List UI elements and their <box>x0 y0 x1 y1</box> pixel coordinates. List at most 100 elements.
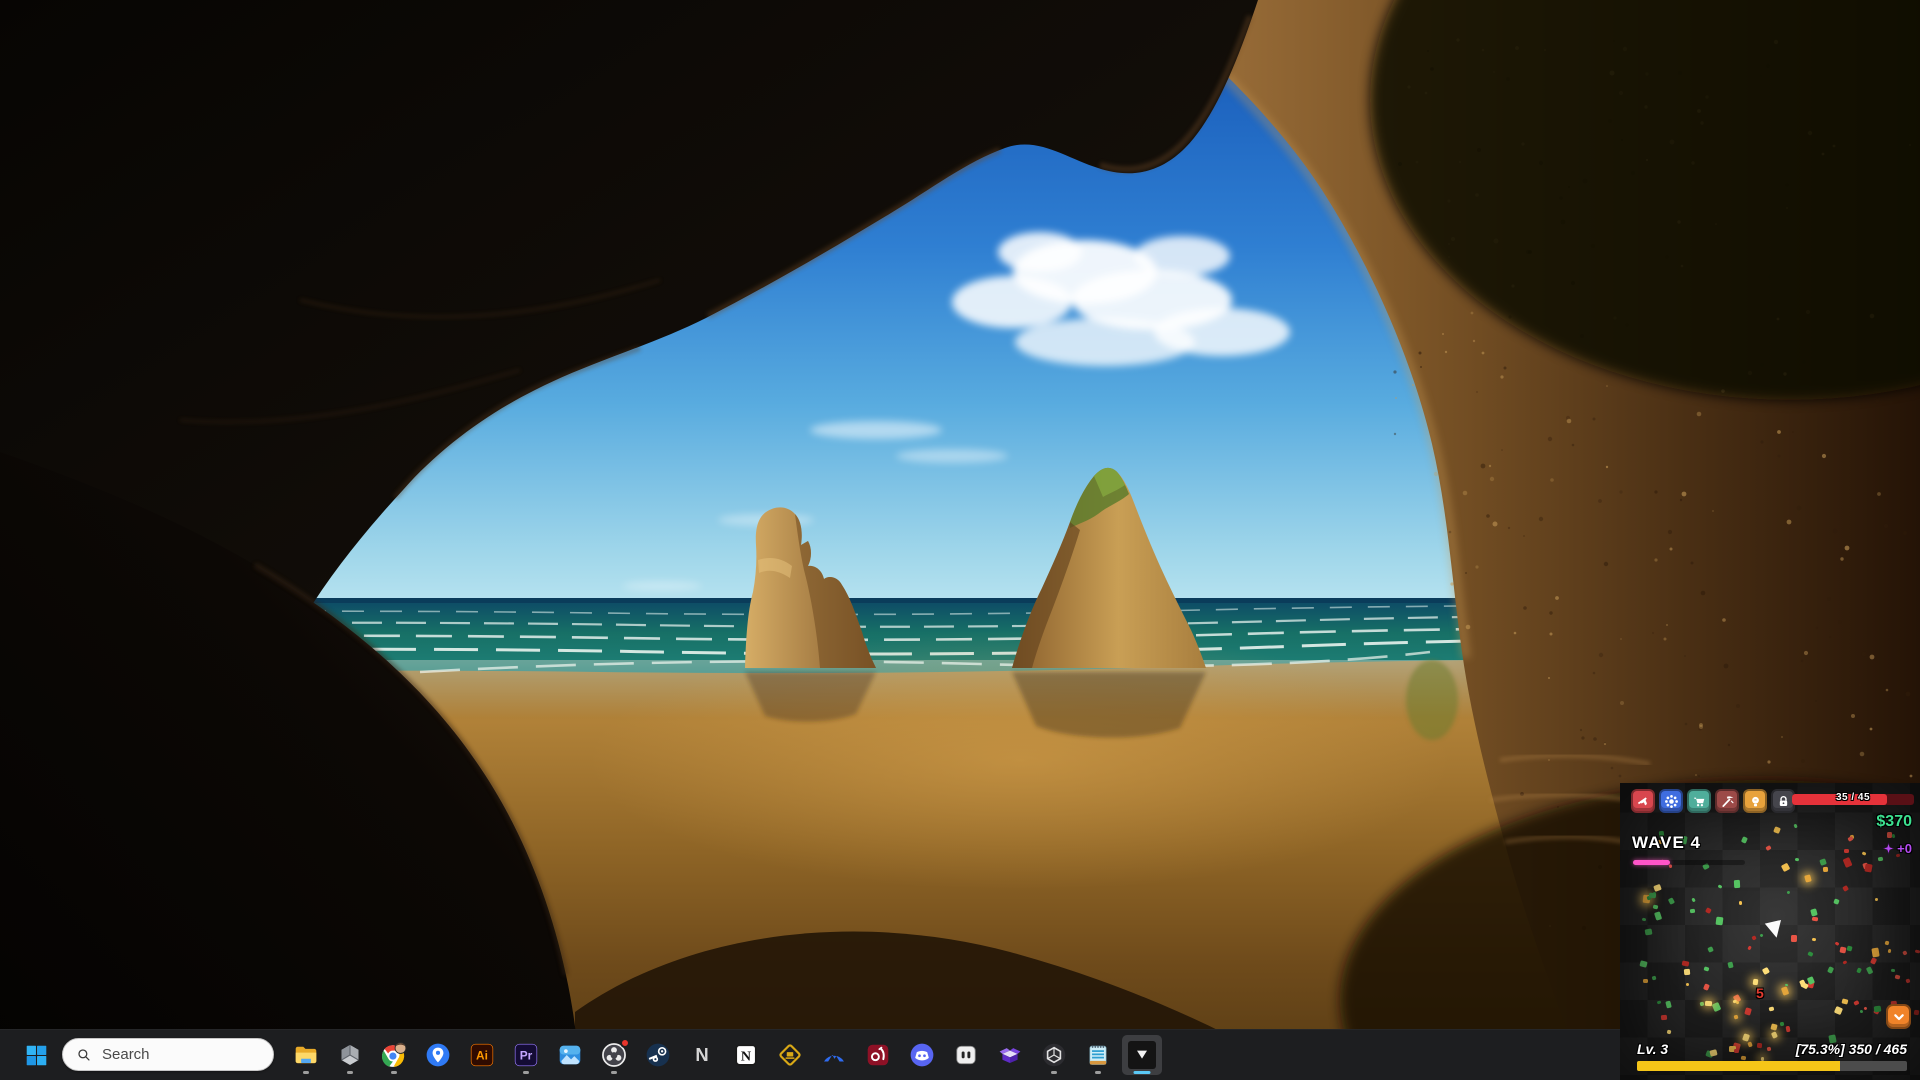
game-window[interactable]: 5 35 / 45 $370 +0 WAVE 4 Lv. 3 [75.3%] 3… <box>1620 783 1920 1080</box>
game-button-gear[interactable] <box>1659 789 1683 813</box>
taskbar-item-chrome[interactable] <box>374 1035 414 1075</box>
game-particle <box>1705 907 1711 913</box>
running-indicator <box>1095 1071 1101 1074</box>
taskbar-item-notepad[interactable] <box>1078 1035 1118 1075</box>
running-indicator <box>523 1071 529 1074</box>
game-button-weapon[interactable] <box>1631 789 1655 813</box>
game-particle <box>1826 966 1834 974</box>
game-particle <box>1654 911 1662 920</box>
game-particle <box>1705 1001 1712 1007</box>
taskbar-item-unity-editor[interactable] <box>1034 1035 1074 1075</box>
game-particle <box>1762 967 1770 975</box>
game-particle <box>1870 957 1877 965</box>
taskbar-item-premiere[interactable]: Pr <box>506 1035 546 1075</box>
running-indicator <box>611 1071 617 1074</box>
game-particle <box>1653 905 1659 910</box>
game-particle <box>1888 949 1892 954</box>
nordvpn-icon <box>821 1042 847 1068</box>
game-particle <box>1734 880 1741 888</box>
game-particle <box>1657 1001 1661 1005</box>
taskbar-item-file-explorer[interactable] <box>286 1035 326 1075</box>
game-particle <box>1691 897 1695 902</box>
game-particle <box>1773 826 1780 834</box>
game-particle <box>1760 1057 1763 1061</box>
taskbar-item-unity-hub[interactable] <box>330 1035 370 1075</box>
taskbar-item-notion[interactable]: N <box>726 1035 766 1075</box>
game-particle <box>1781 863 1790 872</box>
xp-bar-fill <box>1637 1061 1840 1071</box>
game-particle <box>1742 1033 1750 1042</box>
game-button-ideas[interactable] <box>1743 789 1767 813</box>
game-particle <box>1781 986 1789 995</box>
game-particle <box>1842 960 1847 965</box>
game-particle <box>1839 947 1846 954</box>
game-particle <box>1843 857 1853 868</box>
game-particle <box>1847 836 1853 842</box>
game-particle <box>1739 900 1742 904</box>
game-button-shop[interactable] <box>1687 789 1711 813</box>
game-particle <box>1887 832 1892 838</box>
game-particle <box>1894 975 1900 980</box>
search-box[interactable] <box>62 1038 274 1071</box>
game-particle <box>1884 940 1889 945</box>
game-particle <box>1705 1050 1713 1058</box>
game-toolbar <box>1631 789 1795 813</box>
taskbar-item-illustrator[interactable]: Ai <box>462 1035 502 1075</box>
game-particle <box>1905 979 1910 984</box>
taskbar-item-location-app[interactable] <box>418 1035 458 1075</box>
red-o-icon <box>865 1042 891 1068</box>
n-letter-icon: N <box>689 1042 715 1068</box>
svg-text:Ai: Ai <box>476 1049 488 1063</box>
game-particle <box>1647 895 1652 900</box>
game-particle <box>1653 884 1661 892</box>
game-particle <box>1834 1006 1843 1015</box>
notification-dot <box>620 1038 630 1048</box>
game-particle <box>1850 834 1854 839</box>
taskbar-item-steam[interactable] <box>638 1035 678 1075</box>
taskbar-item-nordvpn[interactable] <box>814 1035 854 1075</box>
game-particle <box>1835 941 1840 946</box>
taskbar-pinned-apps: Ai Pr N N <box>286 1035 1162 1075</box>
game-particle <box>1853 1000 1859 1006</box>
taskbar-item-obs-studio[interactable] <box>594 1035 634 1075</box>
game-particle <box>1651 975 1656 979</box>
game-particle <box>1668 897 1676 905</box>
start-button[interactable] <box>16 1035 56 1075</box>
game-particle <box>1794 858 1798 861</box>
game-particle <box>1734 1015 1739 1020</box>
game-particle <box>1806 976 1814 985</box>
steam-icon <box>645 1042 671 1068</box>
taskbar-item-red-o-app[interactable] <box>858 1035 898 1075</box>
taskbar-item-purple-box-app[interactable] <box>990 1035 1030 1075</box>
game-particle <box>1866 966 1873 974</box>
taskbar-item-photos[interactable] <box>550 1035 590 1075</box>
folder-icon <box>293 1042 319 1068</box>
gun-icon <box>1635 793 1652 810</box>
bonus-indicator: +0 <box>1882 841 1912 856</box>
search-input[interactable] <box>100 1045 254 1064</box>
search-icon <box>75 1046 93 1064</box>
game-particle <box>1733 993 1742 1002</box>
svg-text:Pr: Pr <box>520 1049 533 1063</box>
game-particle <box>1644 928 1652 935</box>
game-particle <box>1769 1007 1775 1012</box>
taskbar-item-yellow-diamond-app[interactable] <box>770 1035 810 1075</box>
game-particle <box>1732 1043 1741 1052</box>
taskbar-item-n-app[interactable]: N <box>682 1035 722 1075</box>
game-particle <box>1727 962 1733 969</box>
cart-icon <box>1691 793 1708 810</box>
running-indicator <box>347 1071 353 1074</box>
taskbar-item-game-window-app[interactable] <box>1122 1035 1162 1075</box>
illustrator-icon: Ai <box>469 1042 495 1068</box>
game-particle <box>1812 916 1818 921</box>
game-field[interactable] <box>1620 783 1920 1080</box>
game-button-build[interactable] <box>1715 789 1739 813</box>
bulb-icon <box>1747 793 1764 810</box>
collapse-button[interactable] <box>1886 1004 1911 1029</box>
taskbar-item-white-face-app[interactable] <box>946 1035 986 1075</box>
game-particle <box>1874 949 1878 952</box>
game-particle <box>1862 852 1867 857</box>
taskbar-item-discord[interactable] <box>902 1035 942 1075</box>
game-particle <box>1642 918 1647 922</box>
windows-logo-icon <box>24 1043 49 1068</box>
